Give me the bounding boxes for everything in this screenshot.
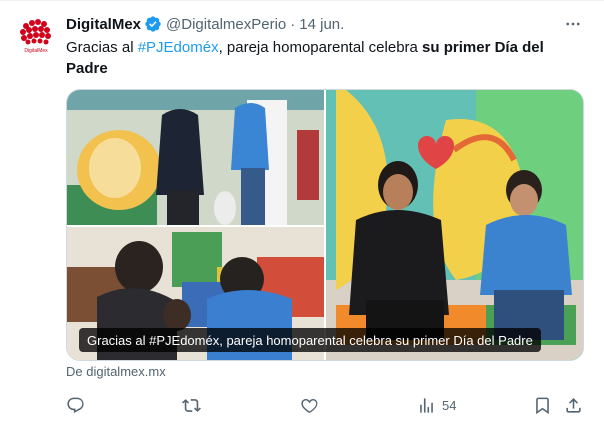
bookmark-icon bbox=[533, 396, 552, 415]
author-handle[interactable]: @DigitalmexPerio bbox=[166, 16, 286, 33]
views-count: 54 bbox=[442, 397, 457, 413]
tweet-text-part: , pareja homoparental celebra bbox=[218, 39, 423, 56]
link-card[interactable]: Gracias al #PJEdoméx, pareja homoparenta… bbox=[66, 89, 584, 361]
separator-dot: · bbox=[290, 15, 296, 33]
retweet-icon bbox=[182, 396, 201, 415]
retweet-button[interactable] bbox=[182, 393, 201, 417]
like-button[interactable] bbox=[300, 393, 319, 417]
card-caption[interactable]: Gracias al #PJEdoméx, pareja homoparenta… bbox=[79, 328, 541, 352]
hashtag-link[interactable]: #PJEdoméx bbox=[138, 39, 219, 56]
verified-badge-icon[interactable] bbox=[144, 15, 162, 33]
card-source-domain[interactable]: De digitalmex.mx bbox=[66, 364, 166, 379]
views-icon bbox=[417, 396, 436, 415]
share-icon bbox=[564, 396, 583, 415]
share-button[interactable] bbox=[564, 393, 583, 417]
digitalmex-logo-icon: DigitalMex bbox=[20, 19, 51, 54]
tweet-header: DigitalMex @DigitalmexPerio · 14 jun. bbox=[66, 14, 584, 34]
more-icon[interactable] bbox=[562, 14, 584, 34]
views-button[interactable]: 54 bbox=[417, 393, 456, 417]
author-name[interactable]: DigitalMex bbox=[66, 16, 141, 33]
reply-button[interactable] bbox=[66, 393, 85, 417]
tweet-card[interactable]: DigitalMex DigitalMex @DigitalmexPerio ·… bbox=[0, 0, 604, 431]
reply-icon bbox=[66, 396, 85, 415]
tweet-text-part: Gracias al bbox=[66, 39, 138, 56]
action-bar: 54 bbox=[66, 393, 584, 417]
photo-hallway bbox=[67, 90, 324, 225]
like-icon bbox=[300, 396, 319, 415]
avatar[interactable]: DigitalMex bbox=[14, 14, 58, 58]
bookmark-button[interactable] bbox=[533, 393, 552, 417]
svg-text:DigitalMex: DigitalMex bbox=[24, 48, 48, 54]
tweet-date[interactable]: 14 jun. bbox=[299, 16, 344, 33]
photo-couple bbox=[326, 90, 583, 360]
tweet-text: Gracias al #PJEdoméx, pareja homoparenta… bbox=[66, 37, 586, 79]
